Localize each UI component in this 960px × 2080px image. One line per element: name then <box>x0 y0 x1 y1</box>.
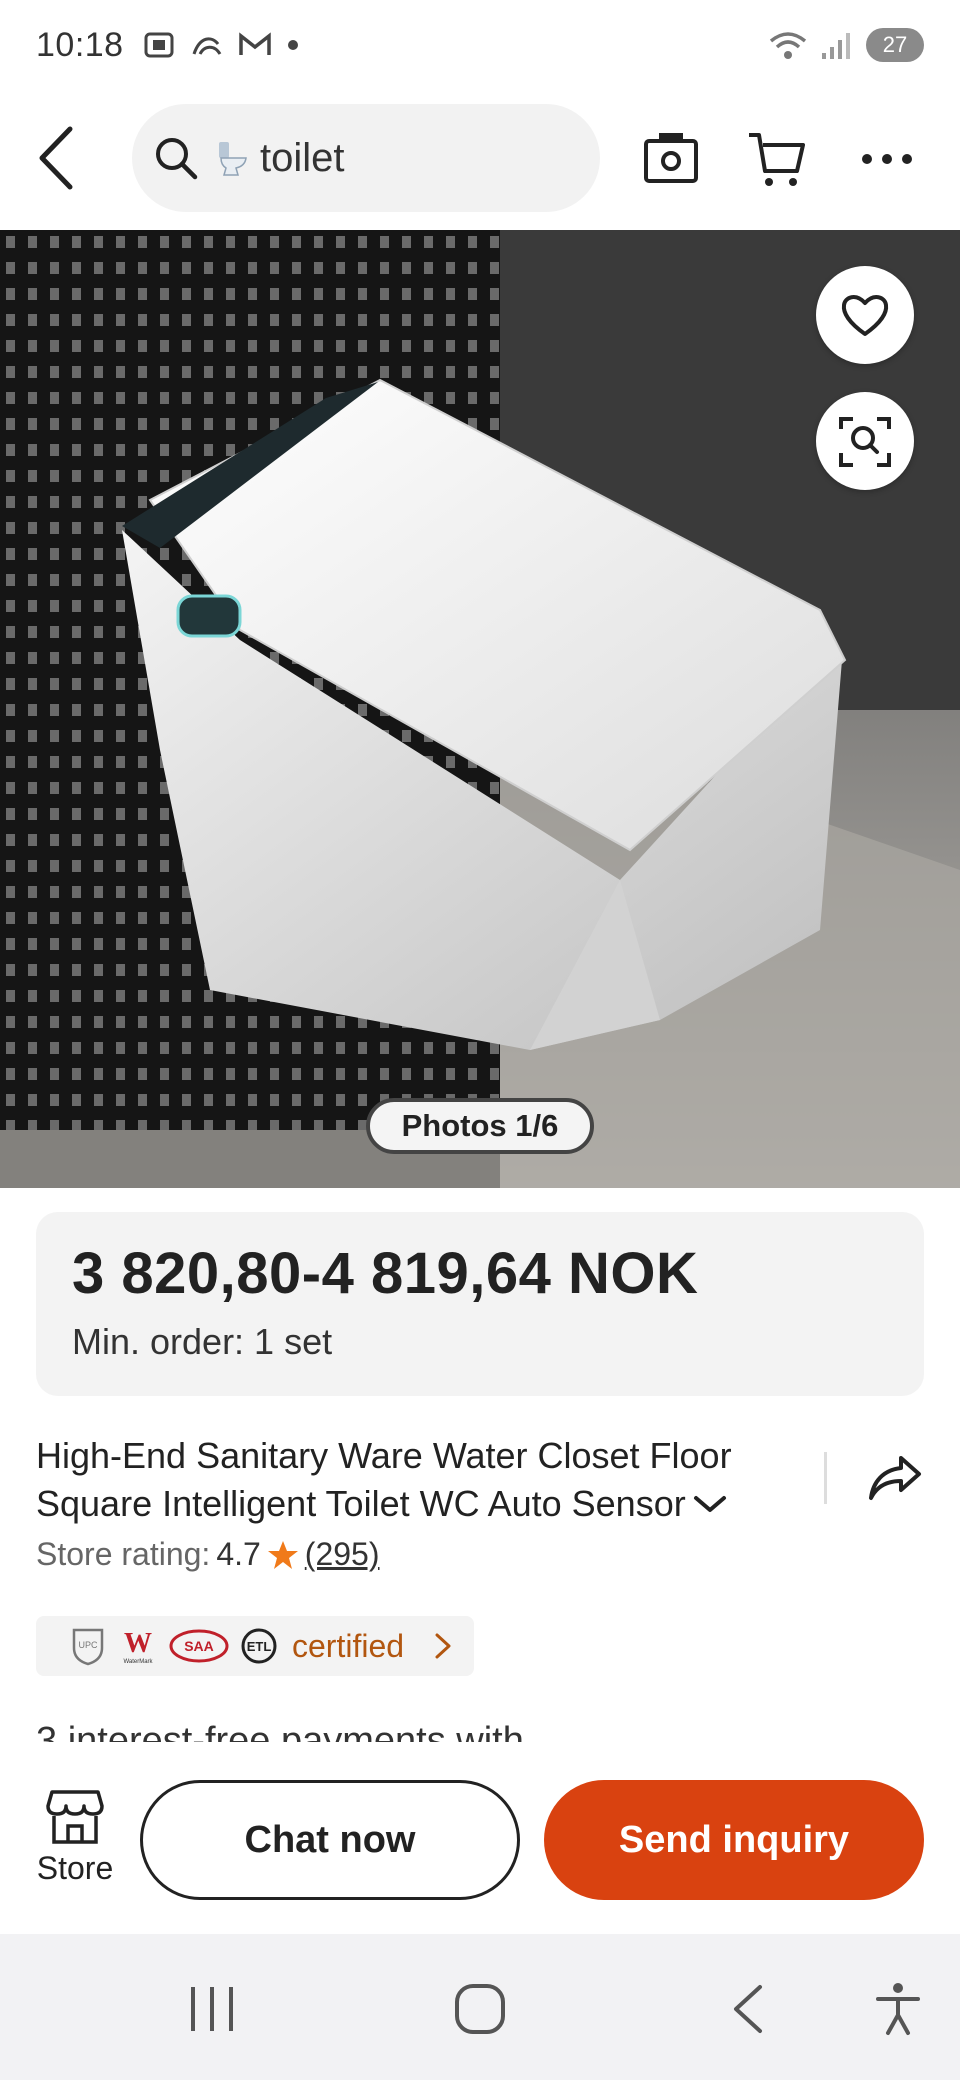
recent-apps-icon <box>191 1987 233 2031</box>
svg-text:ETL: ETL <box>247 1639 272 1654</box>
status-notification-icons <box>142 28 300 62</box>
system-back-button[interactable] <box>708 1974 788 2044</box>
etl-logo: ETL <box>241 1628 277 1664</box>
status-time: 10:18 <box>36 25 124 64</box>
signal-icon <box>822 33 850 59</box>
battery-indicator: 27 <box>866 28 924 62</box>
product-photo <box>0 230 960 1188</box>
visual-search-icon <box>839 417 891 467</box>
title-divider <box>824 1452 827 1504</box>
visual-search-button[interactable] <box>816 392 914 490</box>
saa-logo: SAA <box>169 1629 229 1663</box>
camera-search-button[interactable] <box>636 124 706 194</box>
price-card: 3 820,80-4 819,64 NOK Min. order: 1 set <box>36 1212 924 1396</box>
chevron-down-icon[interactable] <box>692 1492 728 1516</box>
product-image-gallery[interactable]: Photos 1/6 <box>0 230 960 1188</box>
store-icon <box>46 1790 104 1844</box>
toilet-emoji-icon <box>219 142 247 176</box>
chevron-right-icon <box>435 1633 451 1659</box>
search-input[interactable]: toilet <box>132 104 600 212</box>
svg-text:UPC: UPC <box>78 1640 98 1650</box>
recent-apps-button[interactable] <box>172 1974 252 2044</box>
watermark-logo: WWaterMark <box>123 1628 153 1665</box>
store-rating[interactable]: Store rating: 4.7 (295) <box>36 1536 380 1573</box>
system-navigation-bar <box>0 1934 960 2080</box>
share-button[interactable] <box>860 1446 930 1510</box>
status-bar: 10:18 27 <box>0 0 960 90</box>
min-order: Min. order: 1 set <box>72 1321 333 1362</box>
more-button[interactable] <box>852 124 922 194</box>
dot-icon <box>287 40 298 50</box>
store-rating-value: 4.7 <box>216 1536 261 1572</box>
screenshot-icon <box>144 32 174 58</box>
payments-text: 3 interest-free payments with <box>36 1722 524 1742</box>
home-button[interactable] <box>440 1974 520 2044</box>
price-range: 3 820,80-4 819,64 NOK <box>72 1241 699 1306</box>
system-back-icon <box>734 1985 762 2033</box>
status-right-icons: 27 <box>768 28 924 62</box>
photos-indicator[interactable]: Photos 1/6 <box>366 1098 594 1154</box>
product-title-line2-row: Square Intelligent Toilet WC Auto Sensor <box>36 1480 806 1528</box>
cart-icon <box>749 133 805 186</box>
store-rating-label: Store rating: <box>36 1536 211 1572</box>
product-title-line2: Square Intelligent Toilet WC Auto Sensor <box>36 1483 686 1524</box>
heart-icon <box>841 295 889 336</box>
accessibility-icon <box>876 1983 920 2035</box>
certifications-bar[interactable]: UPC W WaterMark SAA ETL certified <box>36 1616 474 1676</box>
link-icon <box>192 37 221 55</box>
product-title-line1: High-End Sanitary Ware Water Closet Floo… <box>36 1435 732 1476</box>
store-label: Store <box>36 1850 114 1886</box>
gmail-icon <box>238 32 271 55</box>
cart-button[interactable] <box>742 124 812 194</box>
certified-label: certified <box>292 1627 405 1664</box>
share-icon <box>869 1456 921 1500</box>
home-icon <box>455 1984 505 2034</box>
accessibility-button[interactable] <box>858 1974 938 2044</box>
more-icon <box>862 154 912 164</box>
search-icon <box>156 138 198 180</box>
top-navigation: toilet <box>0 90 960 230</box>
review-count-link[interactable]: (295) <box>305 1536 380 1573</box>
svg-text:WaterMark: WaterMark <box>123 1659 153 1665</box>
wifi-icon <box>769 32 807 59</box>
send-inquiry-button[interactable]: Send inquiry <box>544 1780 924 1900</box>
back-arrow-icon <box>39 126 73 190</box>
upc-logo: UPC <box>72 1628 104 1666</box>
camera-search-icon <box>644 133 698 183</box>
payments-row[interactable]: 3 interest-free payments with <box>36 1722 696 1742</box>
search-query: toilet <box>260 135 345 180</box>
store-button[interactable]: Store <box>30 1788 120 1898</box>
chat-now-button[interactable]: Chat now <box>140 1780 520 1900</box>
svg-text:SAA: SAA <box>184 1638 214 1654</box>
action-bar: Store Chat now Send inquiry <box>0 1742 960 1934</box>
back-button[interactable] <box>28 118 84 198</box>
svg-text:W: W <box>124 1628 152 1659</box>
star-icon <box>267 1540 298 1569</box>
product-title[interactable]: High-End Sanitary Ware Water Closet Floo… <box>36 1432 806 1528</box>
favorite-button[interactable] <box>816 266 914 364</box>
